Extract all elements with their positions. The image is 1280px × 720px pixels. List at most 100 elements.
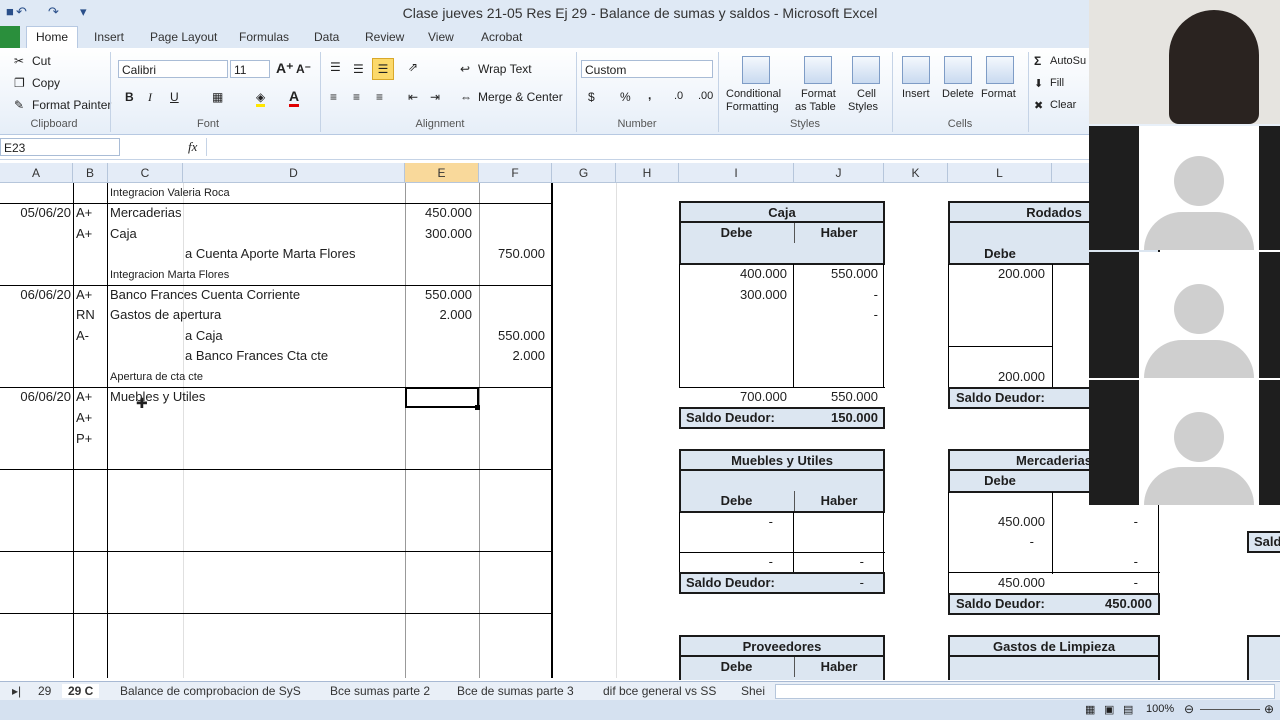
number-format-combo[interactable]: Custom <box>581 60 713 78</box>
t-account-haber[interactable]: Haber <box>794 491 884 511</box>
horizontal-scrollbar[interactable] <box>775 684 1275 699</box>
column-header-a[interactable]: A <box>0 163 73 183</box>
saldo-label[interactable]: Saldo Deudor: <box>956 594 1045 614</box>
sheet-tab-more[interactable]: Shei <box>741 684 765 698</box>
cell-c[interactable]: Gastos de apertura <box>110 305 221 325</box>
align-left-icon[interactable]: ≡ <box>330 90 337 104</box>
cell-e[interactable]: 550.000 <box>405 285 472 305</box>
cell-f[interactable]: 550.000 <box>479 326 545 346</box>
currency-icon[interactable]: $ <box>588 90 595 104</box>
t-account-mercaderias-total-debe[interactable]: 450.000 <box>948 573 1045 593</box>
t-account-caja-haber-3[interactable]: - <box>794 305 878 325</box>
t-account-title[interactable]: Muebles y Utiles <box>681 451 883 471</box>
t-account-haber[interactable]: Haber <box>794 657 884 677</box>
bold-icon[interactable]: B <box>125 90 134 104</box>
t-account-caja-debe-1[interactable]: 400.000 <box>679 264 787 284</box>
cell-c[interactable]: Caja <box>110 224 137 244</box>
cell-a[interactable]: 06/06/20 <box>0 387 71 407</box>
cell-c[interactable]: Banco Frances Cuenta Corriente <box>110 285 300 305</box>
format-cells-button[interactable]: Format <box>981 88 1016 100</box>
cell-b[interactable]: A+ <box>76 203 92 223</box>
t-account-caja-haber-1[interactable]: 550.000 <box>794 264 878 284</box>
decrease-indent-icon[interactable]: ⇤ <box>408 90 418 104</box>
column-header-l[interactable]: L <box>948 163 1052 183</box>
cell-b[interactable]: A- <box>76 326 89 346</box>
t-account-mercaderias-haber-3[interactable]: - <box>1052 552 1138 572</box>
grow-font-icon[interactable]: A⁺ <box>276 60 294 77</box>
cell-b[interactable]: A+ <box>76 285 92 305</box>
delete-cells-button[interactable]: Delete <box>942 88 974 100</box>
cell-b[interactable]: A+ <box>76 224 92 244</box>
t-account-mercaderias-haber-1[interactable]: - <box>1052 512 1138 532</box>
align-top-icon[interactable]: ☰ <box>330 60 341 74</box>
column-header-c[interactable]: C <box>108 163 183 183</box>
cell-styles-label[interactable]: Cell <box>857 88 876 100</box>
borders-icon[interactable]: ▦ <box>212 90 223 104</box>
align-bottom-icon[interactable]: ☰ <box>372 58 394 80</box>
wrap-text-button[interactable]: Wrap Text <box>478 62 532 76</box>
font-color-icon[interactable]: A <box>289 88 300 107</box>
t-account-caja-haber-2[interactable]: - <box>794 285 878 305</box>
t-account-muebles-total-debe[interactable]: - <box>679 552 773 572</box>
cell-b[interactable]: A+ <box>76 408 92 428</box>
tab-page-layout[interactable]: Page Layout <box>150 30 217 44</box>
t-account-title[interactable]: Caja <box>681 203 883 223</box>
sheet-tab-dif-bce[interactable]: dif bce general vs SS <box>603 684 716 698</box>
cell-d[interactable]: a Caja <box>185 326 223 346</box>
delete-cells-icon[interactable] <box>944 56 972 84</box>
t-account-debe[interactable]: Debe <box>948 471 1052 491</box>
percent-icon[interactable]: % <box>620 90 631 104</box>
wrap-text-icon[interactable]: ↩ <box>460 62 470 76</box>
format-as-table-icon[interactable] <box>804 56 832 84</box>
tab-formulas[interactable]: Formulas <box>239 30 289 44</box>
t-account-debe[interactable]: Debe <box>679 491 794 511</box>
increase-indent-icon[interactable]: ⇥ <box>430 90 440 104</box>
format-as-table-label-2[interactable]: as Table <box>795 101 836 113</box>
t-account-debe[interactable]: Debe <box>948 244 1052 264</box>
active-cell[interactable] <box>405 387 479 408</box>
column-header-g[interactable]: G <box>552 163 616 183</box>
tab-scroll-icon[interactable]: ▸| <box>12 684 21 698</box>
page-break-view-icon[interactable]: ▤ <box>1123 703 1133 716</box>
format-painter-icon[interactable]: ✎ <box>14 98 24 112</box>
zoom-in-icon[interactable]: ⊕ <box>1264 702 1274 716</box>
conditional-formatting-label-2[interactable]: Formatting <box>726 101 779 113</box>
cell-d[interactable]: a Banco Frances Cta cte <box>185 346 328 366</box>
sheet-tab-bce-sumas-3[interactable]: Bce de sumas parte 3 <box>457 684 574 698</box>
cell-d[interactable]: a Cuenta Aporte Marta Flores <box>185 244 356 264</box>
t-account-muebles-total-haber[interactable]: - <box>794 552 864 572</box>
merge-icon[interactable]: ⇔ <box>460 90 472 104</box>
zoom-out-icon[interactable]: ⊖ <box>1184 702 1194 716</box>
column-header-h[interactable]: H <box>616 163 679 183</box>
fill-color-icon[interactable]: ◈ <box>256 90 266 107</box>
copy-button[interactable]: Copy <box>32 76 60 90</box>
t-account-rodados-total-debe[interactable]: 200.000 <box>948 367 1045 387</box>
cell-c[interactable]: Apertura de cta cte <box>110 367 203 387</box>
autosum-icon[interactable]: Σ <box>1034 54 1041 68</box>
cell-f[interactable]: 2.000 <box>479 346 545 366</box>
t-account-caja-debe-2[interactable]: 300.000 <box>679 285 787 305</box>
saldo-value[interactable]: - <box>794 573 864 593</box>
column-header-f[interactable]: F <box>479 163 552 183</box>
tab-acrobat[interactable]: Acrobat <box>481 30 522 44</box>
italic-icon[interactable]: I <box>148 90 152 105</box>
increase-decimal-icon[interactable]: .0 <box>674 90 683 102</box>
clear-button[interactable]: Clear <box>1050 99 1076 111</box>
column-header-k[interactable]: K <box>884 163 948 183</box>
font-name-combo[interactable]: Calibri <box>118 60 228 78</box>
t-account-haber[interactable]: Haber <box>794 223 884 243</box>
cell-f[interactable]: 750.000 <box>479 244 545 264</box>
page-layout-view-icon[interactable]: ▣ <box>1104 703 1114 716</box>
fill-button[interactable]: Fill <box>1050 77 1064 89</box>
saldo-value[interactable]: 150.000 <box>794 408 878 428</box>
format-painter-button[interactable]: Format Painter <box>32 98 111 112</box>
align-middle-icon[interactable]: ☰ <box>353 62 364 76</box>
sheet-tab-bce-sumas-2[interactable]: Bce sumas parte 2 <box>330 684 430 698</box>
format-cells-icon[interactable] <box>986 56 1014 84</box>
cell-b[interactable]: P+ <box>76 429 92 449</box>
cell-e[interactable]: 300.000 <box>405 224 472 244</box>
saldo-value[interactable]: 450.000 <box>1052 594 1152 614</box>
formula-input[interactable] <box>206 138 1088 156</box>
t-account-mercaderias-debe-2[interactable]: - <box>948 532 1034 552</box>
t-account-rodados-debe-1[interactable]: 200.000 <box>948 264 1045 284</box>
